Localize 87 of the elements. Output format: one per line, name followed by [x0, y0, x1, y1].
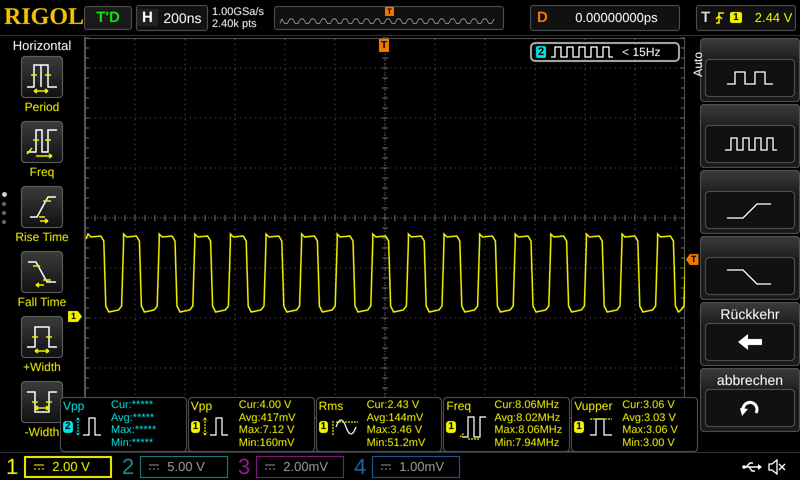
measurement-name: Freq — [446, 399, 472, 413]
dc-coupling-icon — [265, 464, 276, 470]
timebase-panel[interactable]: H 200ns — [136, 4, 208, 30]
undo-icon — [739, 399, 761, 417]
delay-label: D — [536, 9, 549, 26]
sample-rate: 1.00GSa/s — [212, 6, 265, 18]
channel-number: 1 — [6, 454, 18, 478]
measurement-value: Max:7.12 V — [238, 424, 296, 436]
measurement-value: Cur:2.43 V — [366, 399, 420, 412]
trigger-position-marker: T — [385, 6, 394, 16]
measurement-name: Vpp — [190, 399, 214, 413]
channel-badge: 1 — [318, 421, 328, 433]
channel-number: 3 — [238, 454, 250, 478]
measurement-value: Cur:8.06MHz — [494, 399, 560, 412]
trigger-panel[interactable]: T 1 2.44 V — [696, 4, 796, 30]
speaker-muted-icon — [768, 458, 786, 474]
channel-badge: 1 — [446, 421, 456, 433]
measurement-value: Min:7.94MHz — [494, 436, 560, 449]
trigger-label: T — [700, 9, 710, 26]
measure-label: Rise Time — [15, 230, 69, 244]
measurement-value: Avg:144mV — [366, 412, 424, 424]
softkey-label: Rückkehr — [720, 305, 780, 323]
measurement-value: Max:***** — [111, 424, 158, 436]
timebase-label: H — [137, 9, 158, 26]
measurement-value: Cur:***** — [111, 399, 154, 412]
run-status[interactable]: T'D — [84, 6, 132, 30]
channel-badge: 1 — [190, 421, 200, 433]
trigger-level: 2.44 V — [754, 10, 792, 25]
dc-coupling-icon — [381, 464, 392, 470]
measure-button[interactable] — [21, 251, 63, 293]
measure-label: -Width — [24, 425, 60, 439]
measurement-name: Vpp — [63, 399, 86, 413]
measure-button[interactable] — [21, 316, 63, 358]
measurement-value: Avg:***** — [111, 412, 156, 424]
measure-label: Period — [24, 100, 60, 114]
measurement-name: Vupper — [574, 399, 614, 413]
frequency-reading: < 15Hz — [622, 45, 660, 59]
delay-panel[interactable]: D 0.00000000ps — [530, 4, 680, 30]
measure-label: Fall Time — [18, 295, 66, 309]
measure-label: +Width — [23, 360, 61, 374]
measurement-value: Max:3.06 V — [622, 424, 679, 436]
auto-tab[interactable]: Auto — [691, 52, 705, 77]
timebase-value: 200ns — [162, 10, 202, 26]
measure-button[interactable] — [21, 186, 63, 228]
softkey-button[interactable] — [705, 125, 795, 163]
measurement-value: Cur:4.00 V — [238, 399, 292, 412]
channel-marker[interactable]: 1 — [68, 311, 82, 322]
rising-edge-icon — [715, 10, 726, 24]
pulse-train-icon — [550, 45, 614, 59]
measurement-value: Min:51.2mV — [366, 436, 426, 449]
measurement-value: Avg:417mV — [238, 412, 296, 424]
channel-scale: 1.00mV — [399, 459, 444, 474]
softkey-label: abbrechen — [716, 371, 784, 389]
measurement-value: Min:160mV — [238, 436, 296, 449]
usb-icon — [742, 460, 762, 472]
measurement-value: Avg:8.02MHz — [494, 412, 562, 424]
softkey-button[interactable] — [705, 323, 795, 361]
memory-depth: 2.40k pts — [212, 18, 258, 30]
measure-button[interactable] — [21, 121, 63, 163]
measurement-value: Min:***** — [111, 436, 154, 449]
channel-number: 2 — [122, 454, 134, 478]
channel-badge: 2 — [63, 421, 73, 433]
softkey-button[interactable] — [705, 59, 795, 97]
measurement-value: Avg:3.03 V — [622, 412, 677, 424]
dc-coupling-icon — [149, 464, 160, 470]
channel-scale: 5.00 V — [167, 459, 205, 474]
menu-title: Horizontal — [12, 38, 72, 53]
measurement-name: Rms — [318, 399, 344, 413]
channel-number: 4 — [354, 454, 366, 478]
trigger-channel: 1 — [730, 12, 742, 23]
dc-coupling-icon — [34, 464, 44, 470]
measure-button[interactable] — [21, 381, 63, 423]
channel-badge: 2 — [536, 46, 546, 58]
measure-label: Freq — [30, 165, 54, 179]
measurement-value: Min:3.00 V — [622, 436, 676, 449]
measurement-value: Max:3.46 V — [366, 424, 424, 436]
softkey-button[interactable] — [705, 389, 795, 427]
trigger-level-marker[interactable]: T — [686, 254, 698, 265]
measurement-value: Cur:3.06 V — [622, 399, 676, 412]
delay-value: 0.00000000ps — [574, 10, 659, 25]
trigger-position-marker[interactable]: T — [379, 39, 390, 52]
channel-scale: 2.00mV — [283, 459, 328, 474]
channel-scale: 2.00 V — [52, 459, 90, 474]
measure-button[interactable] — [21, 56, 63, 98]
channel-badge: 1 — [574, 421, 584, 433]
left-arrow-icon — [737, 333, 763, 351]
measurement-value: Max:8.06MHz — [494, 424, 564, 436]
